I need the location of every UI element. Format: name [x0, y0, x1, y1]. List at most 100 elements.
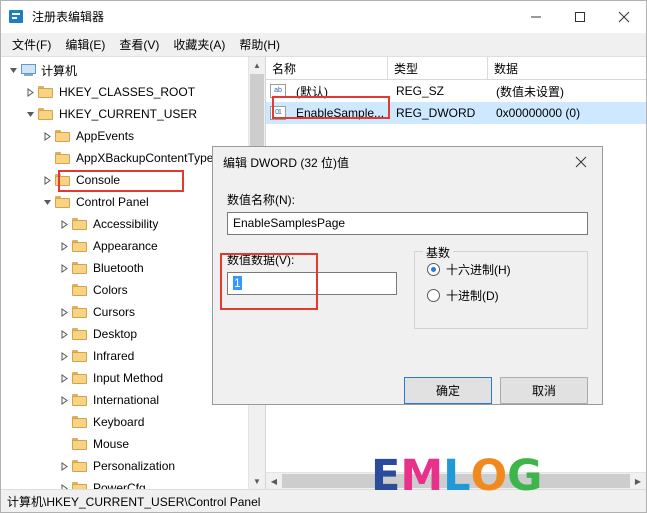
menu-help[interactable]: 帮助(H): [232, 34, 287, 55]
menu-file[interactable]: 文件(F): [5, 34, 58, 55]
window-title: 注册表编辑器: [32, 10, 105, 24]
folder-icon: [72, 371, 89, 385]
menu-edit[interactable]: 编辑(E): [58, 34, 112, 55]
chevron-right-icon[interactable]: [56, 367, 72, 389]
tree-item-label: International: [93, 393, 160, 407]
tree-item-hkey-current-user[interactable]: HKEY_CURRENT_USER: [1, 103, 265, 125]
chevron-right-icon[interactable]: [56, 477, 72, 489]
radio-button-icon[interactable]: [427, 263, 440, 276]
value-type: REG_DWORD: [396, 106, 476, 120]
scroll-down-icon[interactable]: ▼: [249, 473, 265, 489]
tree-item-mouse[interactable]: Mouse: [1, 433, 265, 455]
column-header-type[interactable]: 类型: [388, 57, 488, 79]
tree-item-label: Bluetooth: [93, 261, 144, 275]
ok-button[interactable]: 确定: [404, 377, 492, 404]
table-row[interactable]: ab (默认) REG_SZ (数值未设置): [266, 80, 646, 102]
folder-icon: [55, 195, 72, 209]
close-icon[interactable]: [560, 147, 602, 177]
chevron-right-icon[interactable]: [56, 345, 72, 367]
tree-item-label: AppEvents: [76, 129, 135, 143]
radio-hexadecimal[interactable]: 十六进制(H): [427, 261, 587, 278]
tree-item-keyboard[interactable]: Keyboard: [1, 411, 265, 433]
folder-icon: [72, 217, 89, 231]
folder-icon: [72, 283, 89, 297]
scroll-left-icon[interactable]: ◀: [266, 473, 282, 489]
watermark-letter: G: [507, 451, 543, 501]
values-column-header: 名称 类型 数据: [266, 57, 646, 80]
tree-item-label: Accessibility: [93, 217, 159, 231]
statusbar-path: 计算机\HKEY_CURRENT_USER\Control Panel: [7, 494, 261, 509]
folder-icon: [55, 129, 72, 143]
tree-item-label: Appearance: [93, 239, 158, 253]
chevron-right-icon[interactable]: [56, 301, 72, 323]
tree-item-label: 计算机: [41, 63, 78, 78]
watermark-letter: L: [443, 451, 471, 501]
menu-view[interactable]: 查看(V): [112, 34, 166, 55]
chevron-right-icon[interactable]: [22, 81, 38, 103]
chevron-right-icon[interactable]: [39, 169, 55, 191]
base-group-label: 基数: [423, 244, 454, 261]
radio-decimal[interactable]: 十进制(D): [427, 287, 587, 304]
folder-icon: [72, 327, 89, 341]
chevron-down-icon[interactable]: [22, 103, 38, 125]
registry-icon: [9, 9, 25, 25]
cancel-button[interactable]: 取消: [500, 377, 588, 404]
tree-item-label: Cursors: [93, 305, 136, 319]
chevron-right-icon[interactable]: [56, 235, 72, 257]
value-name-label: 数值名称(N):: [227, 193, 295, 207]
value-name: (默认): [296, 84, 328, 99]
chevron-right-icon[interactable]: [56, 455, 72, 477]
maximize-icon[interactable]: [558, 1, 602, 32]
chevron-right-icon[interactable]: [56, 213, 72, 235]
value-type: REG_SZ: [396, 84, 445, 98]
tree-item-appevents[interactable]: AppEvents: [1, 125, 265, 147]
tree-item-label: HKEY_CURRENT_USER: [59, 107, 198, 121]
folder-icon: [38, 85, 55, 99]
chevron-right-icon[interactable]: [56, 323, 72, 345]
watermark-letter: M: [400, 451, 444, 501]
chevron-right-icon[interactable]: [39, 125, 55, 147]
tree-item-label: HKEY_CLASSES_ROOT: [59, 85, 196, 99]
close-icon[interactable]: [602, 1, 646, 32]
folder-icon: [55, 173, 72, 187]
tree-item-label: Infrared: [93, 349, 135, 363]
scroll-right-icon[interactable]: ▶: [630, 473, 646, 489]
edit-dword-dialog: 编辑 DWORD (32 位)值 数值名称(N): EnableSamplesP…: [212, 146, 603, 405]
column-header-name[interactable]: 名称: [266, 57, 388, 79]
chevron-down-icon[interactable]: [5, 59, 21, 81]
menubar: 文件(F) 编辑(E) 查看(V) 收藏夹(A) 帮助(H): [1, 33, 646, 56]
value-name-input[interactable]: EnableSamplesPage: [227, 212, 588, 235]
tree-item-label: Console: [76, 173, 121, 187]
chevron-right-icon[interactable]: [56, 257, 72, 279]
statusbar: 计算机\HKEY_CURRENT_USER\Control Panel: [1, 489, 646, 512]
window-controls: [514, 1, 646, 32]
minimize-icon[interactable]: [514, 1, 558, 32]
tree-item-label: Colors: [93, 283, 128, 297]
dialog-title: 编辑 DWORD (32 位)值: [223, 155, 350, 170]
dialog-data-row: 数值数据(V): 1 基数 十六进制(H) 十进制(D): [227, 244, 588, 329]
menu-favorites[interactable]: 收藏夹(A): [166, 34, 232, 55]
watermark-letter: E: [371, 451, 401, 501]
folder-icon: [72, 349, 89, 363]
tree-item-[interactable]: 计算机: [1, 59, 265, 81]
folder-icon: [38, 107, 55, 121]
value-data-input[interactable]: 1: [227, 272, 397, 295]
radio-decimal-label: 十进制(D): [446, 289, 499, 303]
chevron-down-icon[interactable]: [39, 191, 55, 213]
table-row[interactable]: 01 EnableSample... REG_DWORD 0x00000000 …: [266, 102, 646, 124]
tree-item-personalization[interactable]: Personalization: [1, 455, 265, 477]
value-name: EnableSample...: [296, 106, 385, 120]
tree-item-powercfg[interactable]: PowerCfg: [1, 477, 265, 489]
dialog-body: 数值名称(N): EnableSamplesPage 数值数据(V): 1 基数…: [213, 177, 602, 404]
value-data-text: 1: [233, 276, 242, 290]
scroll-up-icon[interactable]: ▲: [249, 57, 265, 73]
tree-item-label: Personalization: [93, 459, 176, 473]
tree-item-hkey-classes-root[interactable]: HKEY_CLASSES_ROOT: [1, 81, 265, 103]
value-data-column: 数值数据(V): 1: [227, 251, 402, 329]
chevron-right-icon[interactable]: [56, 389, 72, 411]
radio-button-icon[interactable]: [427, 289, 440, 302]
folder-icon: [72, 437, 89, 451]
column-header-data[interactable]: 数据: [488, 57, 646, 79]
